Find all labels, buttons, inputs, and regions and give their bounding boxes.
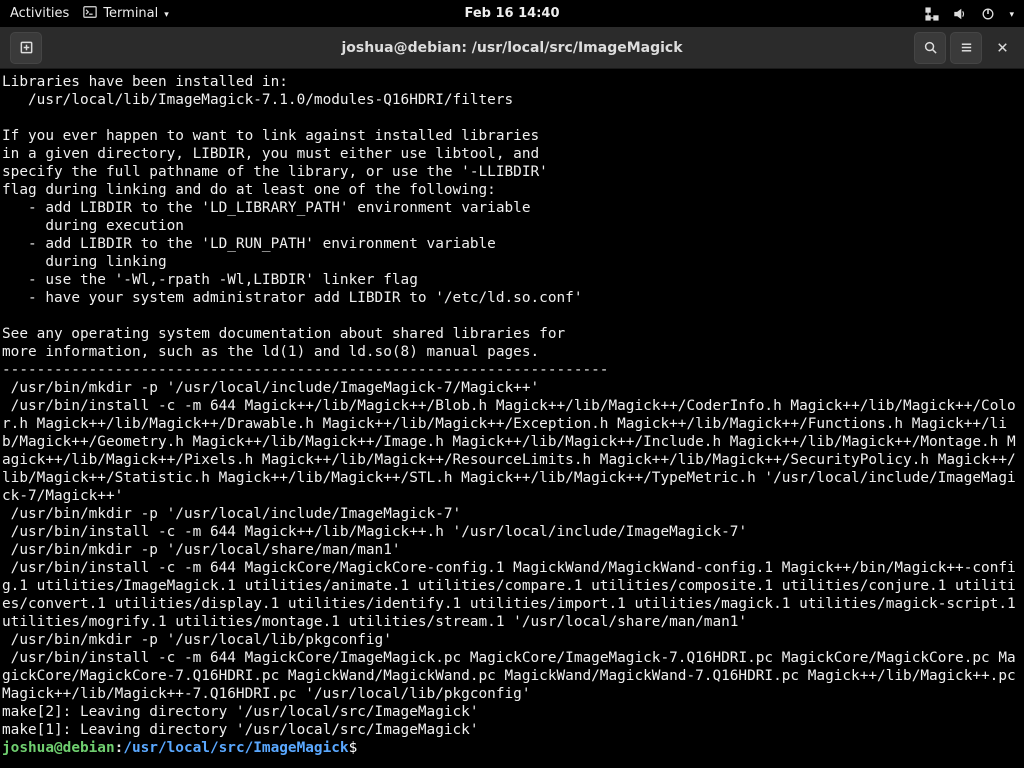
prompt: joshua@debian:/usr/local/src/ImageMagick… xyxy=(2,740,366,756)
volume-icon[interactable] xyxy=(953,7,967,21)
activities-button[interactable]: Activities xyxy=(10,6,69,21)
app-menu-label: Terminal xyxy=(103,6,158,21)
terminal-window: joshua@debian: /usr/local/src/ImageMagic… xyxy=(0,27,1024,768)
chevron-down-icon: ▾ xyxy=(164,10,169,20)
window-title: joshua@debian: /usr/local/src/ImageMagic… xyxy=(341,40,682,56)
clock[interactable]: Feb 16 14:40 xyxy=(465,6,560,21)
gnome-top-bar: Activities Terminal ▾ Feb 16 14:40 ▾ xyxy=(0,0,1024,27)
search-button[interactable] xyxy=(914,32,946,64)
terminal-output: Libraries have been installed in: /usr/l… xyxy=(2,74,1024,738)
terminal-icon xyxy=(83,5,97,23)
app-menu[interactable]: Terminal ▾ xyxy=(83,5,168,23)
title-bar: joshua@debian: /usr/local/src/ImageMagic… xyxy=(0,27,1024,69)
system-menu-chevron-icon[interactable]: ▾ xyxy=(1009,10,1014,20)
new-tab-button[interactable] xyxy=(10,32,42,64)
close-button[interactable] xyxy=(986,32,1018,64)
hamburger-menu-button[interactable] xyxy=(950,32,982,64)
terminal-viewport[interactable]: Libraries have been installed in: /usr/l… xyxy=(0,69,1024,768)
network-icon[interactable] xyxy=(925,7,939,21)
power-icon[interactable] xyxy=(981,7,995,21)
